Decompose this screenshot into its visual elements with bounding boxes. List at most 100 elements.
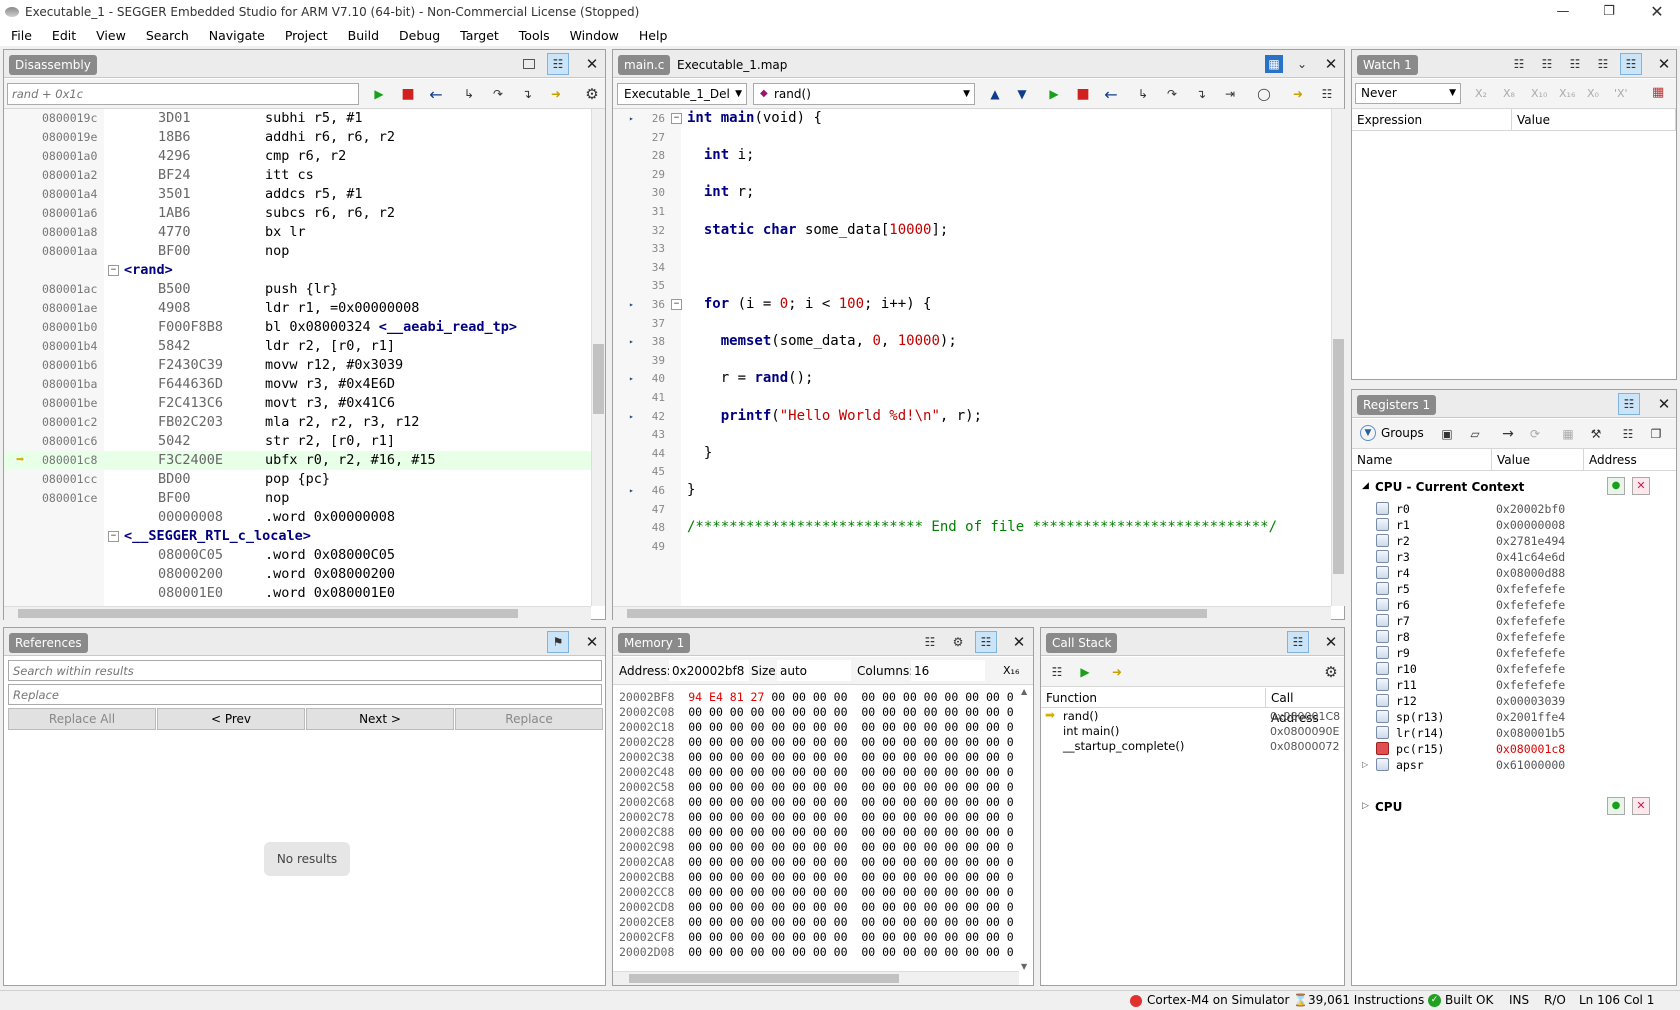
disassembly-line[interactable]: 080001c2 FB02C203 mla r2, r2, r3, r12 xyxy=(4,413,591,432)
menu-navigate[interactable]: Navigate xyxy=(198,28,274,43)
run-to-cursor-icon[interactable]: ⇥ xyxy=(1219,83,1241,105)
register-value[interactable]: 0xfefefefe xyxy=(1496,581,1565,597)
cpu-context-group[interactable]: ◢ CPU - Current Context ● ✕ xyxy=(1352,473,1676,500)
close-icon[interactable]: ✕ xyxy=(1634,0,1680,24)
fold-toggle-icon[interactable]: − xyxy=(671,299,682,310)
memory-vscroll[interactable]: ▲ ▼ xyxy=(1019,687,1033,971)
code-line[interactable]: 44 } xyxy=(613,444,1331,463)
add-watch-icon[interactable]: ☷ xyxy=(1508,53,1530,75)
decimal-format-icon[interactable]: X₁₀ xyxy=(1531,87,1547,100)
register-row[interactable]: r1 0x00000008 xyxy=(1352,517,1672,533)
disassembly-location-input[interactable] xyxy=(7,83,359,105)
value-column-header[interactable]: Value xyxy=(1492,449,1584,471)
disassembly-line[interactable]: 0800019c 3D01 subhi r5, #1 xyxy=(4,109,591,128)
code-line[interactable]: 34 xyxy=(613,258,1331,277)
tab-map-file[interactable]: Executable_1.map xyxy=(677,58,787,72)
memory-row[interactable]: 20002C88 00 00 00 00 00 00 00 00 00 00 0… xyxy=(619,825,1014,840)
run-to-cursor-icon[interactable]: ➜ xyxy=(545,83,567,105)
menu-debug[interactable]: Debug xyxy=(388,28,449,43)
memory-tools-icon[interactable]: ⚙ xyxy=(947,631,969,653)
disassembly-line[interactable]: 0800019e 18B6 addhi r6, r6, r2 xyxy=(4,128,591,147)
register-row[interactable]: r6 0xfefefefe xyxy=(1352,597,1672,613)
groups-dropdown-icon[interactable]: ▼ xyxy=(1360,425,1376,441)
close-callstack-icon[interactable]: ✕ xyxy=(1321,632,1341,652)
tools-icon[interactable]: ⚒ xyxy=(1585,423,1607,445)
disassembly-line[interactable]: 080001a4 3501 addcs r5, #1 xyxy=(4,185,591,204)
disassembly-line[interactable]: 080001aa BF00 nop xyxy=(4,242,591,261)
register-value[interactable]: 0x00000008 xyxy=(1496,517,1565,533)
cancel-icon[interactable]: ✕ xyxy=(1632,797,1650,815)
memory-row[interactable]: 20002CA8 00 00 00 00 00 00 00 00 00 00 0… xyxy=(619,855,1014,870)
memory-row[interactable]: 20002C48 00 00 00 00 00 00 00 00 00 00 0… xyxy=(619,765,1014,780)
register-value[interactable]: 0xfefefefe xyxy=(1496,613,1565,629)
register-value[interactable]: 0x2781e494 xyxy=(1496,533,1565,549)
fold-toggle-icon[interactable]: − xyxy=(108,531,119,542)
target-status[interactable]: Cortex-M4 on Simulator xyxy=(1147,993,1289,1007)
registers-track-icon[interactable]: ☷ xyxy=(1618,393,1640,415)
address-column-header[interactable]: Address xyxy=(1584,449,1676,471)
register-value[interactable]: 0x080001b5 xyxy=(1496,725,1565,741)
editor-hscroll[interactable] xyxy=(613,606,1331,620)
step-over-icon[interactable]: ↷ xyxy=(487,83,509,105)
disassembly-label[interactable]: − <rand> xyxy=(4,261,591,280)
code-line[interactable]: 39 xyxy=(613,351,1331,370)
memory-track-icon[interactable]: ☷ xyxy=(975,631,997,653)
refresh-icon[interactable]: ⟳ xyxy=(1524,423,1546,445)
disassembly-line[interactable]: ➡ 080001c8 F3C2400E ubfx r0, r2, #16, #15 xyxy=(4,451,591,470)
memory-address-input[interactable] xyxy=(669,660,749,681)
memory-columns-input[interactable] xyxy=(911,660,985,681)
disassembly-line[interactable]: 080001ae 4908 ldr r1, =0x00000008 xyxy=(4,299,591,318)
disassembly-line[interactable]: 080001c6 5042 str r2, [r0, r1] xyxy=(4,432,591,451)
restore-icon[interactable]: ❐ xyxy=(1586,0,1632,24)
callstack-tab[interactable]: Call Stack xyxy=(1046,633,1118,653)
memory-size-input[interactable] xyxy=(777,660,851,681)
update-mode-select[interactable]: Never ▼ xyxy=(1355,83,1461,104)
close-references-icon[interactable]: ✕ xyxy=(582,632,602,652)
code-line[interactable]: 30 int r; xyxy=(613,183,1331,202)
show-call-site-icon[interactable]: ➜ xyxy=(1106,661,1128,683)
replace-button[interactable]: Replace xyxy=(455,708,603,730)
menu-help[interactable]: Help xyxy=(628,28,677,43)
close-disassembly-icon[interactable]: ✕ xyxy=(582,54,602,74)
memory-row[interactable]: 20002C08 00 00 00 00 00 00 00 00 00 00 0… xyxy=(619,705,1014,720)
code-line[interactable]: 48 /*************************** End of fi… xyxy=(613,518,1331,537)
cpu-group[interactable]: ▷ CPU ● ✕ xyxy=(1352,795,1676,820)
disassembly-line[interactable]: 080001cc BD00 pop {pc} xyxy=(4,470,591,489)
memory-row[interactable]: 20002CF8 00 00 00 00 00 00 00 00 00 00 0… xyxy=(619,930,1014,945)
code-editor[interactable]: ▸ 26− int main(void) {27 28 int i; 29 30 int … xyxy=(613,109,1331,606)
disassembly-line[interactable]: 080001ac B500 push {lr} xyxy=(4,280,591,299)
menu-view[interactable]: View xyxy=(85,28,135,43)
settings-gear-icon[interactable]: ⚙ xyxy=(1320,661,1342,683)
cursor-position[interactable]: Ln 106 Col 1 xyxy=(1579,993,1654,1007)
disassembly-tab[interactable]: Disassembly xyxy=(9,55,97,75)
export-icon[interactable]: ☷ xyxy=(1617,423,1639,445)
step-into-icon[interactable]: ↳ xyxy=(458,83,480,105)
memory-row[interactable]: 20002C28 00 00 00 00 00 00 00 00 00 00 0… xyxy=(619,735,1014,750)
disassembly-line[interactable]: 080001a0 4296 cmp r6, r2 xyxy=(4,147,591,166)
register-value[interactable]: 0x41c64e6d xyxy=(1496,549,1565,565)
code-line[interactable]: 45 xyxy=(613,462,1331,481)
code-line[interactable]: 47 xyxy=(613,500,1331,519)
register-value[interactable]: 0xfefefefe xyxy=(1496,677,1565,693)
memory-tab[interactable]: Memory 1 xyxy=(618,633,691,653)
register-row[interactable]: lr(r14) 0x080001b5 xyxy=(1352,725,1672,741)
disassembly-line[interactable]: 080001a8 4770 bx lr xyxy=(4,223,591,242)
memory-row[interactable]: 20002C98 00 00 00 00 00 00 00 00 00 00 0… xyxy=(619,840,1014,855)
register-row[interactable]: r10 0xfefefefe xyxy=(1352,661,1672,677)
register-value[interactable]: 0x61000000 xyxy=(1496,757,1565,773)
callstack-row[interactable]: __startup_complete() 0x08000072 xyxy=(1041,739,1353,754)
prev-button[interactable]: < Prev xyxy=(157,708,305,730)
code-line[interactable]: 37 xyxy=(613,314,1331,333)
references-search-input[interactable] xyxy=(8,660,602,681)
register-row[interactable]: r8 0xfefefefe xyxy=(1352,629,1672,645)
disassembly-line[interactable]: 080001b4 5842 ldr r2, [r0, r1] xyxy=(4,337,591,356)
project-combo[interactable]: Executable_1_Del ▼ xyxy=(617,83,747,105)
window-layout-icon[interactable] xyxy=(518,53,540,75)
close-watch-icon[interactable]: ✕ xyxy=(1654,54,1674,74)
grid-icon[interactable]: ▦ xyxy=(1557,423,1579,445)
disassembly-line[interactable]: 080001a2 BF24 itt cs xyxy=(4,166,591,185)
binary-format-icon[interactable]: X₂ xyxy=(1475,87,1487,100)
disassembly-line[interactable]: 080001ba F644636D movw r3, #0x4E6D xyxy=(4,375,591,394)
register-value[interactable]: 0xfefefefe xyxy=(1496,661,1565,677)
code-line[interactable]: 27 xyxy=(613,128,1331,147)
